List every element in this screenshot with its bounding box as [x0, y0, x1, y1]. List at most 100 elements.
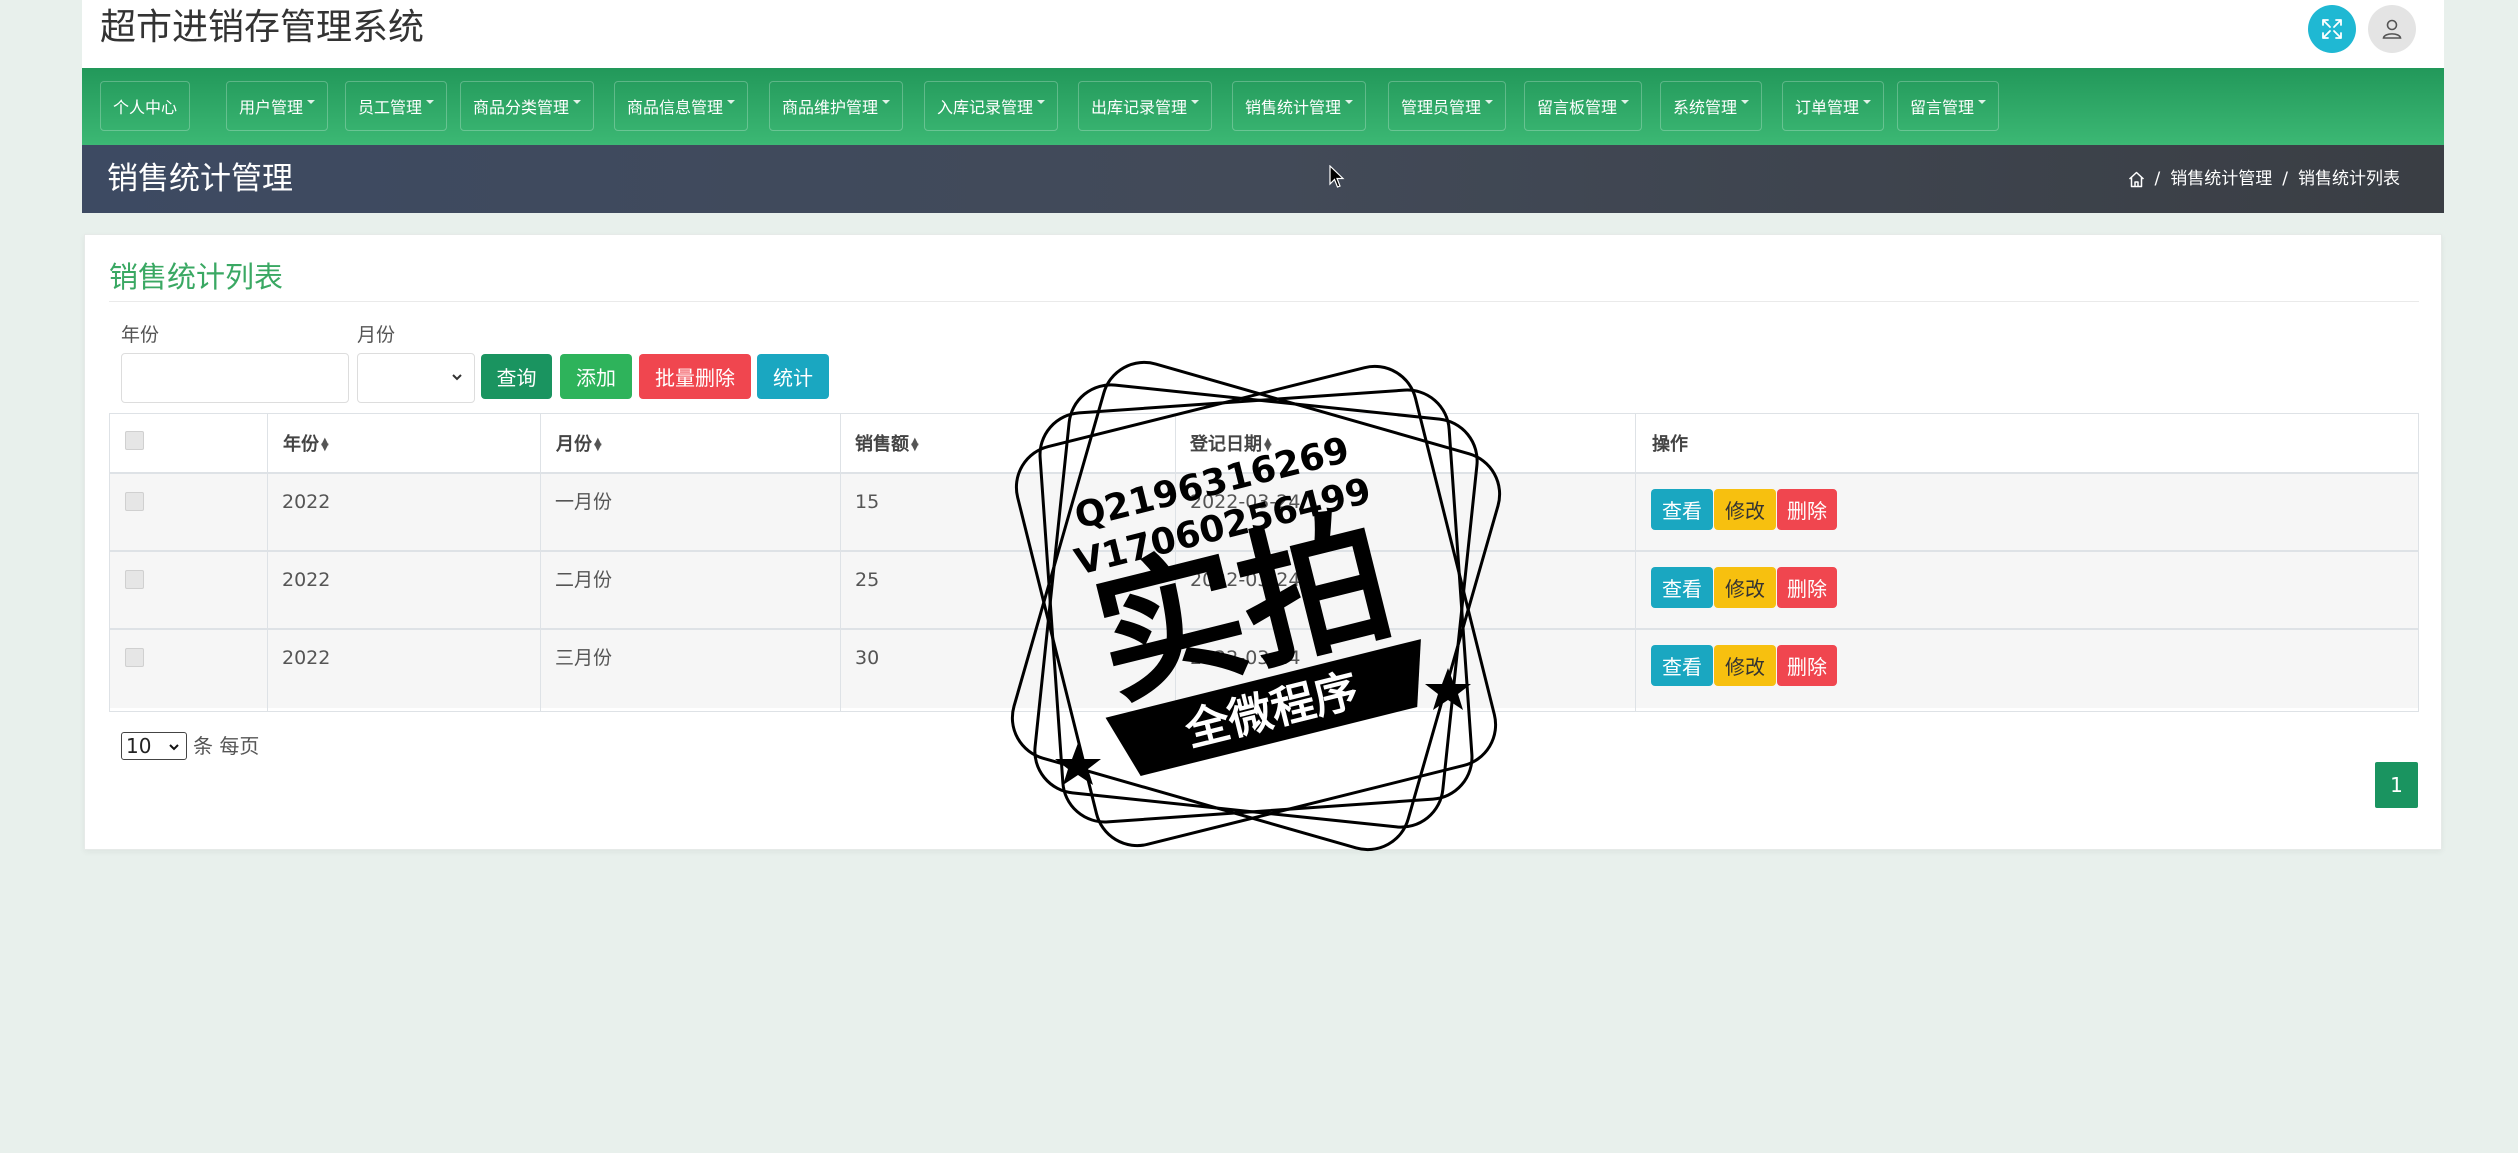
month-select[interactable] — [357, 353, 475, 403]
caret-down-icon — [1191, 100, 1200, 104]
nav-item-5[interactable]: 商品维护管理 — [769, 81, 904, 131]
nav-item-label: 留言板管理 — [1537, 98, 1618, 117]
column-divider — [267, 414, 268, 711]
nav-item-label: 员工管理 — [358, 98, 423, 117]
nav-item-13[interactable]: 留言管理 — [1897, 81, 2000, 131]
cell-month: 一月份 — [555, 491, 613, 513]
edit-button[interactable]: 修改 — [1714, 489, 1776, 530]
chevron-down-icon — [169, 744, 179, 751]
nav-item-label: 系统管理 — [1673, 98, 1738, 117]
nav-item-12[interactable]: 订单管理 — [1782, 81, 1885, 131]
year-input[interactable] — [121, 353, 349, 403]
column-header-actions: 操作 — [1652, 433, 1688, 457]
caret-down-icon — [1978, 100, 1987, 104]
edit-button[interactable]: 修改 — [1714, 567, 1776, 608]
nav-item-label: 出库记录管理 — [1091, 98, 1188, 117]
breadcrumb: / 销售统计管理 / 销售统计列表 — [2128, 165, 2400, 193]
caret-down-icon — [1037, 100, 1046, 104]
bulk-delete-button[interactable]: 批量删除 — [639, 354, 751, 399]
nav-item-label: 留言管理 — [1910, 98, 1975, 117]
select-all-checkbox[interactable] — [125, 431, 144, 450]
list-title: 销售统计列表 — [109, 260, 284, 294]
query-button[interactable]: 查询 — [481, 354, 552, 399]
caret-down-icon — [573, 100, 582, 104]
row-checkbox[interactable] — [125, 570, 144, 589]
nav-item-label: 入库记录管理 — [937, 98, 1034, 117]
pagination-page[interactable]: 1 — [2375, 762, 2418, 808]
column-header-year[interactable]: 年份 ▲ ▼ — [283, 433, 329, 457]
user-icon — [2382, 19, 2402, 39]
column-divider — [840, 414, 841, 711]
cell-year: 2022 — [282, 569, 331, 591]
main-nav: 个人中心 用户管理 员工管理 商品分类管理 商品信息管理 商品维护管理 入库记录管理 出库记录… — [82, 68, 2444, 145]
sort-icon: ▲ ▼ — [911, 436, 919, 453]
month-label: 月份 — [357, 324, 396, 346]
home-icon[interactable] — [2128, 171, 2145, 188]
mouse-cursor-icon — [1329, 165, 1345, 188]
row-checkbox[interactable] — [125, 492, 144, 511]
delete-button[interactable]: 删除 — [1777, 489, 1837, 530]
page-header: 销售统计管理 / 销售统计管理 / 销售统计列表 — [82, 145, 2444, 213]
sort-icon: ▲ ▼ — [321, 436, 329, 453]
caret-down-icon — [882, 100, 891, 104]
statistics-button[interactable]: 统计 — [757, 354, 829, 399]
column-header-sales-label: 销售额 — [855, 434, 909, 455]
breadcrumb-separator: / — [2282, 169, 2288, 189]
nav-item-10[interactable]: 留言板管理 — [1524, 81, 1643, 131]
star-icon — [1425, 668, 1471, 710]
nav-item-label: 订单管理 — [1795, 98, 1860, 117]
nav-item-label: 商品分类管理 — [473, 98, 570, 117]
nav-item-label: 用户管理 — [239, 98, 304, 117]
column-divider — [1635, 414, 1636, 711]
page-size-value: 10 — [126, 734, 152, 758]
nav-item-2[interactable]: 员工管理 — [345, 81, 448, 131]
nav-item-label: 个人中心 — [113, 98, 178, 117]
column-header-actions-label: 操作 — [1652, 434, 1688, 455]
edit-button[interactable]: 修改 — [1714, 645, 1776, 686]
nav-item-4[interactable]: 商品信息管理 — [614, 81, 749, 131]
nav-item-1[interactable]: 用户管理 — [226, 81, 329, 131]
breadcrumb-item-current: 销售统计列表 — [2298, 169, 2400, 189]
column-header-month[interactable]: 月份 ▲ ▼ — [556, 433, 602, 457]
page-size-select[interactable]: 10 — [121, 732, 187, 760]
watermark-stamp: Q2196316269 V17060256499 实拍 全微程序 — [1010, 360, 1502, 852]
nav-item-6[interactable]: 入库记录管理 — [924, 81, 1059, 131]
column-divider — [540, 414, 541, 711]
cell-sales: 15 — [855, 491, 880, 513]
delete-button[interactable]: 删除 — [1777, 567, 1837, 608]
nav-item-label: 商品维护管理 — [782, 98, 879, 117]
column-header-month-label: 月份 — [556, 434, 592, 455]
caret-down-icon — [307, 100, 316, 104]
cell-month: 三月份 — [555, 647, 613, 669]
nav-item-0[interactable]: 个人中心 — [100, 81, 191, 131]
nav-item-label: 商品信息管理 — [627, 98, 724, 117]
view-button[interactable]: 查看 — [1651, 567, 1713, 608]
fullscreen-button[interactable] — [2308, 5, 2356, 53]
caret-down-icon — [426, 100, 435, 104]
cell-year: 2022 — [282, 491, 331, 513]
nav-item-label: 管理员管理 — [1401, 98, 1482, 117]
add-button[interactable]: 添加 — [560, 354, 632, 399]
row-checkbox[interactable] — [125, 648, 144, 667]
view-button[interactable]: 查看 — [1651, 489, 1713, 530]
user-menu-button[interactable] — [2368, 5, 2416, 53]
app-title: 超市进销存管理系统 — [100, 7, 425, 48]
expand-arrows-icon — [2322, 19, 2342, 39]
caret-down-icon — [727, 100, 736, 104]
divider — [109, 301, 2419, 302]
delete-button[interactable]: 删除 — [1777, 645, 1837, 686]
nav-item-3[interactable]: 商品分类管理 — [460, 81, 595, 131]
nav-item-label: 销售统计管理 — [1245, 98, 1342, 117]
caret-down-icon — [1741, 100, 1750, 104]
chevron-down-icon — [452, 374, 462, 381]
nav-item-9[interactable]: 管理员管理 — [1388, 81, 1507, 131]
cell-sales: 30 — [855, 647, 880, 669]
cell-month: 二月份 — [555, 569, 613, 591]
nav-item-11[interactable]: 系统管理 — [1660, 81, 1763, 131]
column-header-year-label: 年份 — [283, 434, 319, 455]
breadcrumb-item-section[interactable]: 销售统计管理 — [2170, 165, 2272, 193]
nav-item-7[interactable]: 出库记录管理 — [1078, 81, 1213, 131]
column-header-sales[interactable]: 销售额 ▲ ▼ — [855, 433, 919, 457]
view-button[interactable]: 查看 — [1651, 645, 1713, 686]
nav-item-8[interactable]: 销售统计管理 — [1232, 81, 1367, 131]
